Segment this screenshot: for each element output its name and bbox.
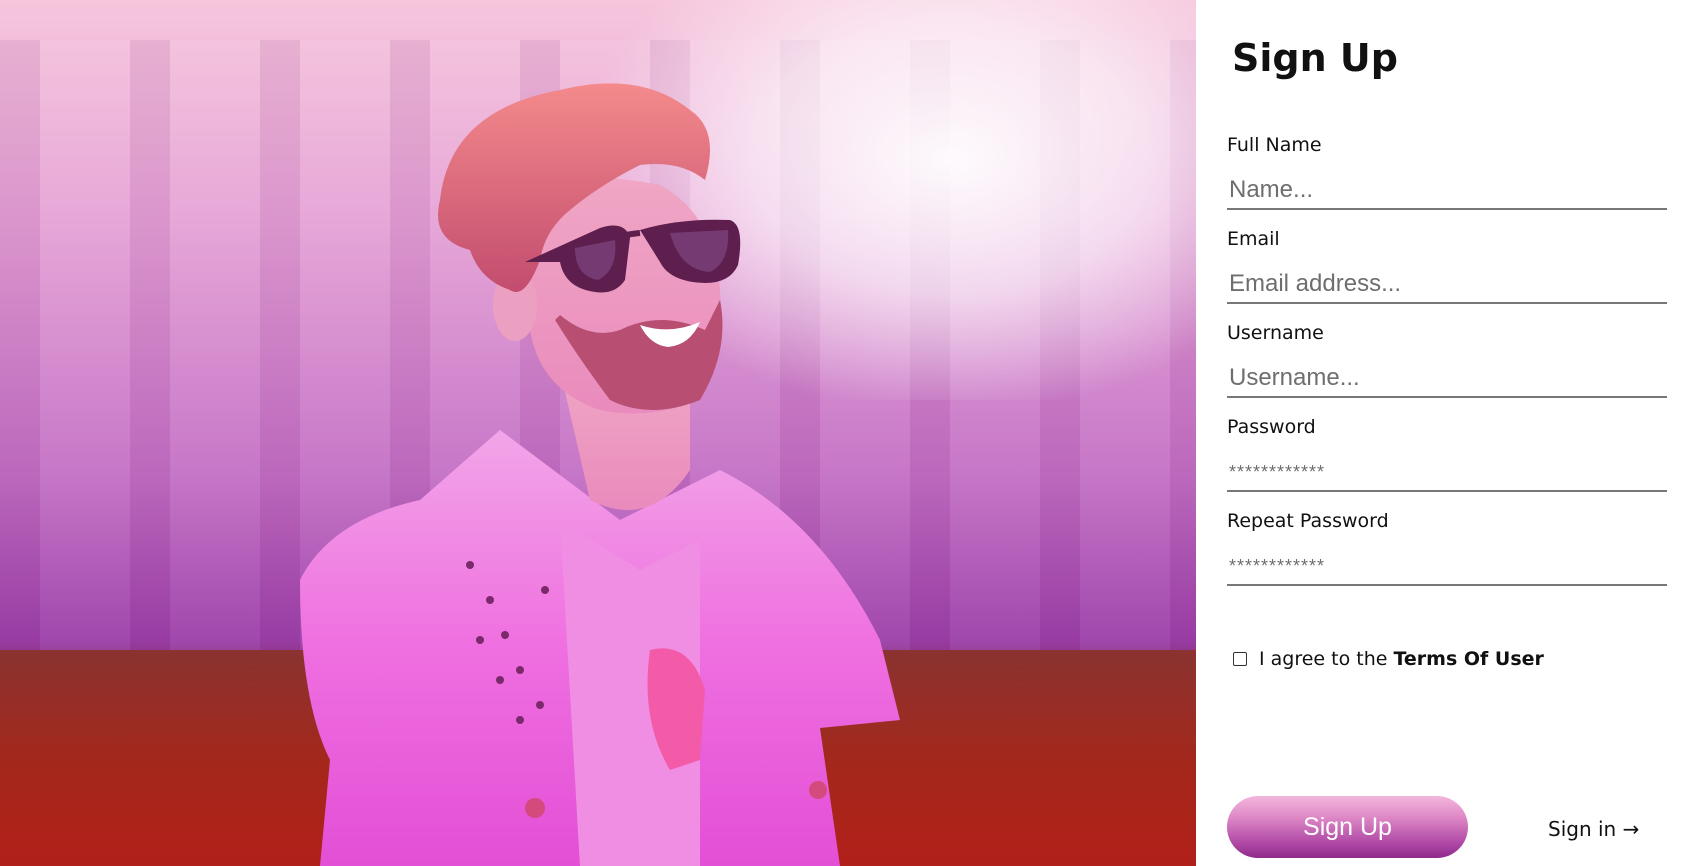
terms-link[interactable]: Terms Of User [1393,648,1543,670]
terms-prefix: I agree to the [1259,648,1388,670]
username-field: Username [1227,322,1667,398]
email-input[interactable] [1227,266,1667,304]
full-name-label: Full Name [1227,134,1322,156]
full-name-field: Full Name [1227,134,1667,210]
email-field: Email [1227,228,1667,304]
hero-photo [0,0,1196,866]
terms-agreement[interactable]: I agree to the Terms Of User [1233,648,1544,670]
username-label: Username [1227,322,1324,344]
signup-button[interactable]: Sign Up [1227,796,1468,858]
password-input[interactable] [1227,454,1667,492]
terms-checkbox[interactable] [1233,652,1247,666]
person-illustration [300,83,900,866]
repeat-password-field: Repeat Password [1227,510,1667,586]
signup-page: Sign Up Full Name Email Username Passwor… [0,0,1703,866]
signup-form: Sign Up Full Name Email Username Passwor… [1196,0,1703,866]
repeat-password-input[interactable] [1227,548,1667,586]
signin-link[interactable]: Sign in → [1548,817,1639,841]
password-label: Password [1227,416,1316,438]
repeat-password-label: Repeat Password [1227,510,1389,532]
full-name-input[interactable] [1227,172,1667,210]
email-label: Email [1227,228,1280,250]
page-title: Sign Up [1232,36,1398,80]
username-input[interactable] [1227,360,1667,398]
password-field: Password [1227,416,1667,492]
